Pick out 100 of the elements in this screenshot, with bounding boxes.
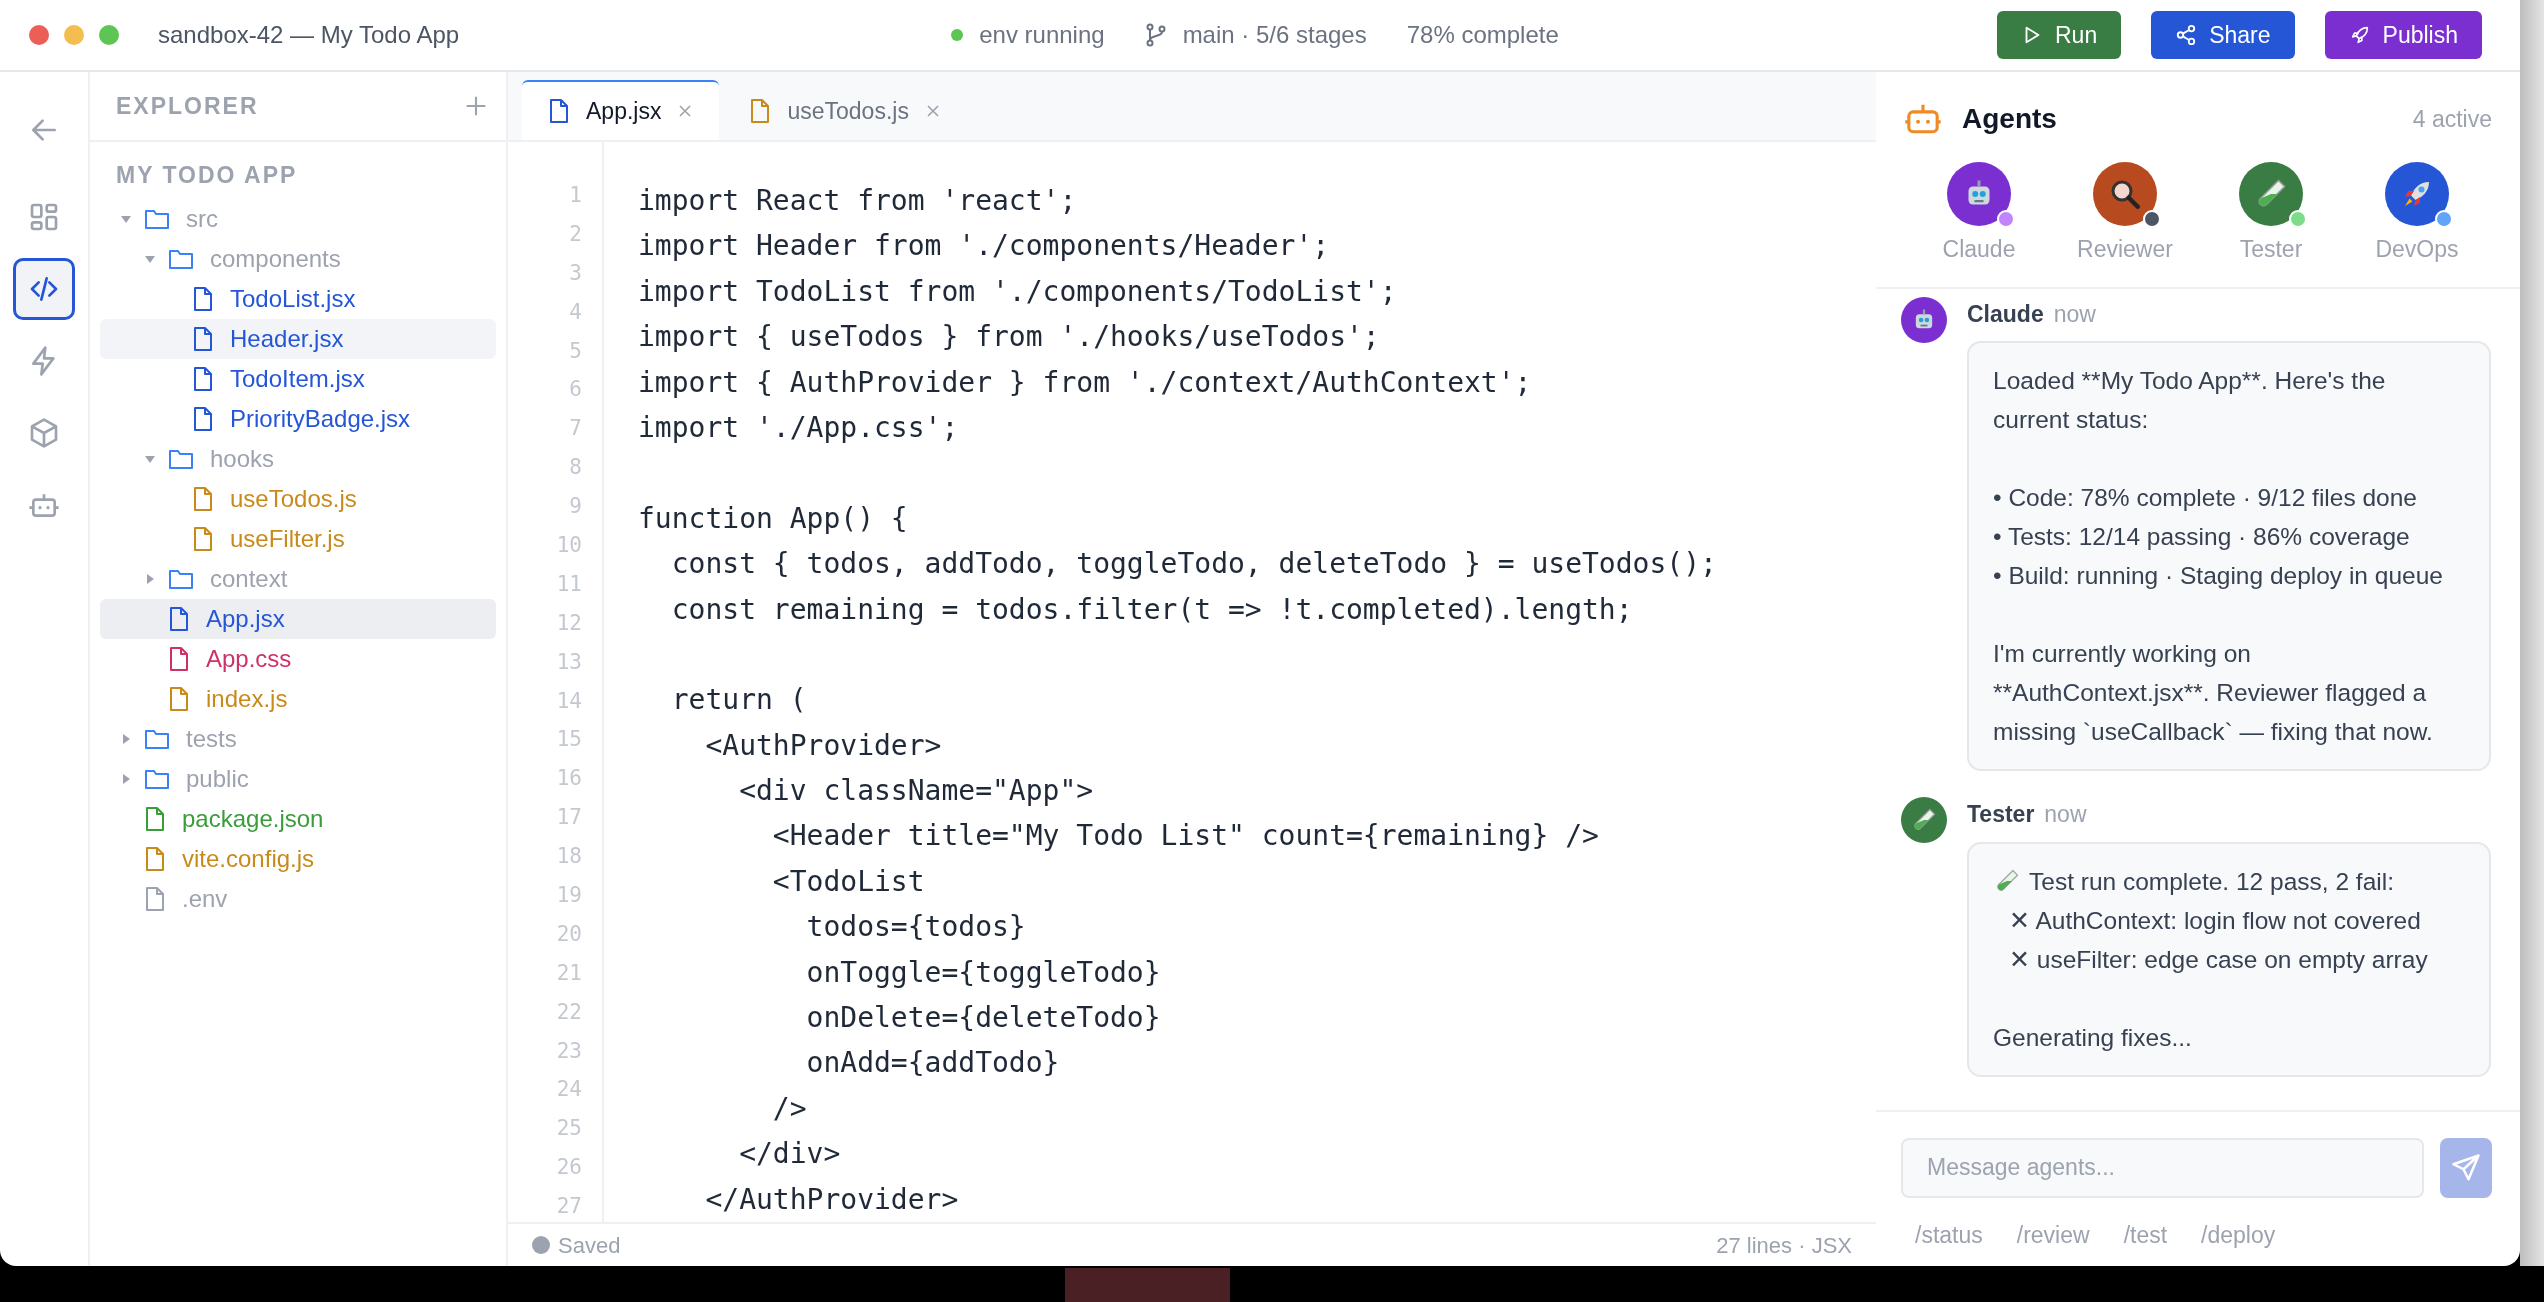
folder-item[interactable]: tests (100, 718, 496, 759)
agent-item[interactable]: Tester (2206, 162, 2336, 267)
agent-item[interactable]: Claude (1914, 162, 2044, 267)
send-icon (2451, 1152, 2481, 1183)
agent-item[interactable]: DevOps (2352, 162, 2482, 267)
active-count: 4 active (2412, 104, 2492, 134)
file-item[interactable]: index.js (100, 678, 496, 719)
code-line: return ( (670, 682, 808, 719)
folder-item[interactable]: hooks (100, 438, 496, 479)
panel-title: Agents (1962, 102, 2057, 136)
file-item[interactable]: vite.config.js (100, 838, 496, 879)
code-button[interactable] (13, 258, 75, 320)
line-number: 12 (555, 609, 582, 637)
code-line: import React from 'react'; (638, 183, 1078, 219)
code-line: const { todos, addTodo, toggleTodo, deleteTodo } = useTodos(); (670, 546, 1717, 583)
line-number: 1 (568, 182, 582, 209)
code-line: /> (771, 1090, 808, 1127)
share-button[interactable]: Share (2151, 11, 2295, 59)
command-link[interactable]: /status (1915, 1217, 1983, 1252)
file-icon (144, 885, 166, 912)
caret-icon (120, 772, 132, 785)
code-line: import Header from './components/Header'; (638, 228, 1331, 265)
file-icon (548, 98, 570, 124)
message-time: now (2044, 801, 2087, 827)
file-icon (192, 405, 214, 432)
status-dot-icon (532, 1236, 550, 1254)
file-icon (168, 645, 190, 672)
line-number: 23 (555, 1037, 582, 1065)
file-icon (192, 365, 214, 392)
status-dot-icon (951, 29, 964, 41)
file-icon (749, 98, 772, 124)
explorer-title: EXPLORER (116, 91, 259, 121)
command-link[interactable]: /deploy (2201, 1217, 2276, 1252)
folder-item[interactable]: context (100, 558, 496, 599)
file-icon (192, 525, 214, 552)
code-line: onAdd={addTodo} (805, 1045, 1061, 1082)
file-item[interactable]: PriorityBadge.jsx (100, 398, 496, 439)
editor-tab[interactable]: App.jsx (522, 80, 720, 140)
author-name: Tester (1967, 801, 2035, 827)
close-icon[interactable] (677, 103, 694, 119)
file-icon (192, 325, 214, 352)
folder-icon (168, 567, 194, 590)
code-line: <div className="App"> (738, 773, 1095, 810)
publish-button[interactable]: Publish (2324, 11, 2482, 59)
code-line: <Header title="My Todo List" count={remaining} /> (771, 818, 1600, 855)
line-number: 27 (555, 1193, 582, 1221)
folder-item[interactable]: src (100, 198, 496, 239)
line-number: 5 (568, 337, 582, 365)
line-number: 22 (555, 998, 582, 1026)
message-text: • Code: 78% complete · 9/12 files done (1993, 483, 2417, 513)
run-button[interactable]: Run (1997, 11, 2122, 59)
folder-item[interactable]: components (100, 238, 496, 279)
line-number: 14 (555, 687, 582, 715)
progress-status: 78% complete (1406, 20, 1559, 50)
message-text: • Tests: 12/14 passing · 86% coverage (1993, 522, 2410, 552)
line-number: 13 (555, 648, 582, 676)
branch-status: main · 5/6 stages (1182, 20, 1367, 50)
cube-icon (28, 417, 60, 449)
line-number: 9 (568, 493, 582, 521)
robot-icon (1904, 102, 1942, 136)
editor-tab[interactable]: useTodos.js (723, 80, 967, 140)
line-number: 20 (555, 920, 582, 948)
command-link[interactable]: /test (2123, 1217, 2168, 1252)
code-line: </div> (738, 1136, 842, 1173)
file-icon (192, 285, 214, 312)
line-number: 18 (555, 843, 582, 871)
folder-item[interactable]: public (100, 758, 496, 799)
caret-icon (144, 572, 156, 585)
file-item[interactable]: useTodos.js (100, 478, 496, 519)
folder-icon (144, 207, 170, 230)
file-icon (168, 685, 190, 712)
caret-icon (120, 732, 132, 745)
code-line: onDelete={deleteTodo} (805, 1000, 1162, 1037)
agent-item[interactable]: Reviewer (2060, 162, 2190, 267)
line-number: 3 (568, 259, 582, 287)
send-button[interactable] (2440, 1137, 2492, 1198)
code-line: import './App.css'; (638, 409, 960, 446)
message-input[interactable]: Message agents... (1901, 1137, 2424, 1198)
line-number: 16 (555, 765, 582, 793)
file-item[interactable]: .env (100, 878, 496, 919)
folder-icon (168, 247, 194, 270)
message-text: I'm currently working on **AuthContext.jsx**. Reviewer flagged a missing `useCallback` — fixing that now. (1993, 639, 2434, 747)
file-item[interactable]: Header.jsx (100, 318, 496, 359)
folder-icon (144, 767, 170, 790)
file-item[interactable]: TodoList.jsx (100, 278, 496, 319)
message-text: Test run complete. 12 pass, 2 fail: (2029, 866, 2394, 897)
command-link[interactable]: /review (2016, 1217, 2090, 1252)
file-item[interactable]: App.css (100, 638, 496, 679)
code-line: function App() { (638, 500, 909, 537)
file-item[interactable]: package.json (100, 798, 496, 839)
file-info: 27 lines · JSX (1716, 1231, 1852, 1260)
file-item[interactable]: useFilter.js (100, 518, 496, 559)
window-title: sandbox-42 — My Todo App (158, 20, 460, 50)
line-number: 10 (555, 532, 582, 559)
code-line: onToggle={toggleTodo} (805, 954, 1162, 991)
close-icon[interactable] (924, 103, 941, 119)
project-title: MY TODO APP (115, 161, 299, 190)
env-status: env running (979, 20, 1105, 50)
file-item[interactable]: App.jsx (100, 598, 496, 639)
file-item[interactable]: TodoItem.jsx (100, 358, 496, 399)
